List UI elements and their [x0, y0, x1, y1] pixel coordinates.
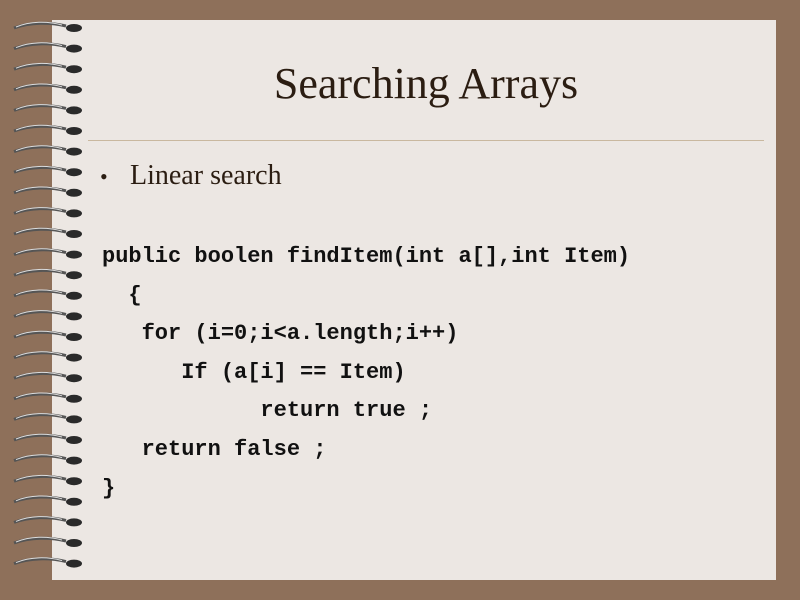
bullet-text: Linear search — [130, 160, 282, 191]
code-line: If (a[i] == Item) — [102, 359, 406, 385]
code-line: } — [102, 475, 116, 501]
title-divider — [88, 140, 764, 141]
code-block: public boolen findItem(int a[],int Item)… — [102, 238, 630, 508]
bullet-item: • Linear search — [100, 160, 282, 192]
code-line: { — [102, 282, 142, 308]
code-line: return false ; — [102, 436, 327, 462]
code-line: for (i=0;i<a.length;i++) — [102, 321, 459, 347]
bullet-icon: • — [100, 164, 108, 189]
code-line: public boolen findItem(int a[],int Item) — [102, 244, 631, 269]
slide-title: Searching Arrays — [273, 59, 579, 108]
code-line: return true ; — [102, 398, 433, 424]
